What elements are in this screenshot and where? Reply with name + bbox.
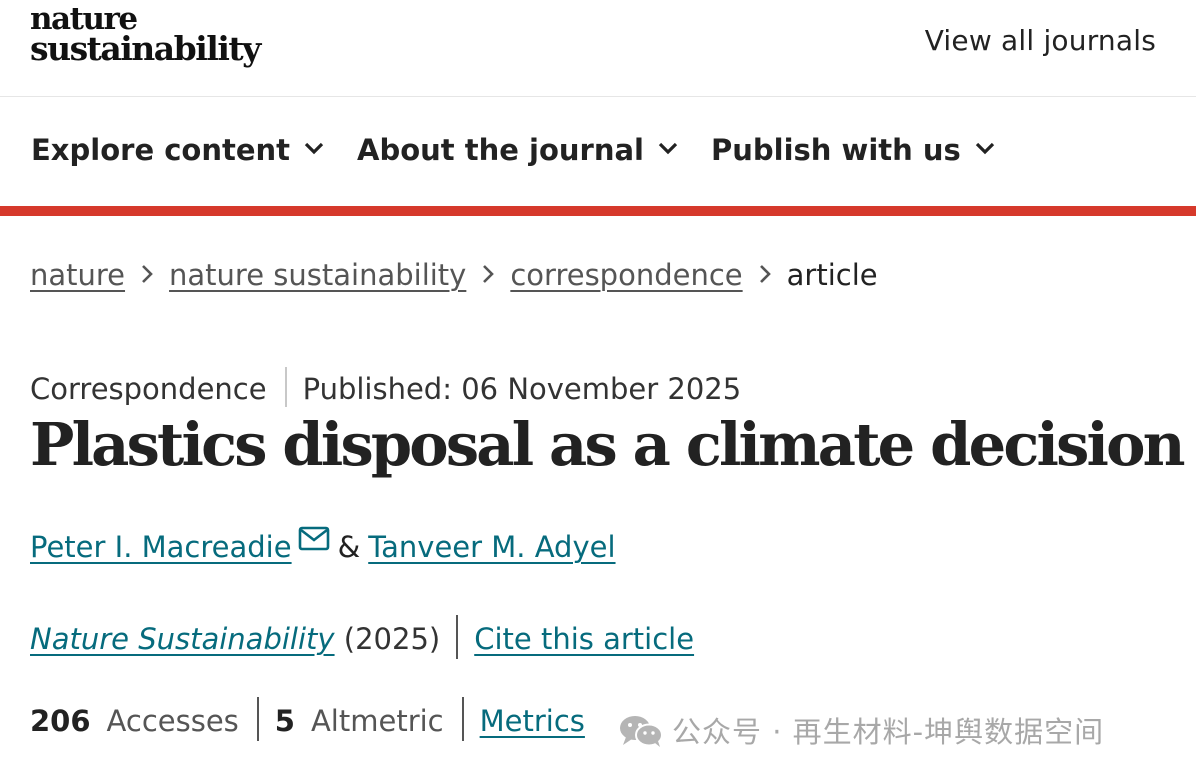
watermark: 公众号 · 再生材料-坤舆数据空间 [618, 709, 1104, 751]
breadcrumb-current: article [786, 258, 878, 292]
author-list: Peter I. Macreadie & Tanveer M. Adyel [30, 526, 616, 564]
article-type: Correspondence [30, 372, 267, 406]
email-icon[interactable] [298, 526, 330, 552]
chevron-right-icon [142, 265, 153, 283]
breadcrumb: nature nature sustainability correspondenc… [30, 258, 878, 292]
article-meta: Correspondence Published: 06 November 202… [30, 367, 742, 411]
nav-label: About the journal [357, 133, 644, 167]
chevron-down-icon [975, 142, 994, 155]
nav-about-journal[interactable]: About the journal [357, 133, 678, 167]
citation-divider [456, 615, 459, 659]
altmetric-label: Altmetric [310, 704, 444, 738]
nav-explore-content[interactable]: Explore content [31, 133, 324, 167]
logo-line-2: sustainability [30, 29, 261, 68]
breadcrumb-correspondence[interactable]: correspondence [510, 258, 742, 292]
author-link[interactable]: Peter I. Macreadie [30, 530, 292, 564]
journal-logo[interactable]: nature sustainability [30, 4, 261, 68]
top-bar: nature sustainability View all journals [0, 0, 1196, 97]
author-separator: & [337, 530, 361, 564]
publication-year: (2025) [343, 622, 441, 656]
cite-article-link[interactable]: Cite this article [474, 622, 694, 656]
chevron-down-icon [304, 142, 324, 155]
chevron-down-icon [658, 142, 678, 155]
accent-divider [0, 206, 1196, 216]
chevron-right-icon [483, 265, 495, 283]
chevron-right-icon [759, 265, 771, 283]
meta-divider [284, 367, 287, 407]
metrics-link[interactable]: Metrics [480, 704, 585, 738]
breadcrumb-nature[interactable]: nature [30, 258, 125, 292]
breadcrumb-nature-sustainability[interactable]: nature sustainability [169, 258, 466, 292]
accesses-count: 206 [30, 704, 91, 738]
altmetric-count: 5 [274, 704, 295, 738]
watermark-text: 公众号 · 再生材料-坤舆数据空间 [672, 715, 1105, 749]
article-metrics: 206 Accesses 5 Altmetric Metrics [30, 697, 585, 745]
nav-publish-with-us[interactable]: Publish with us [711, 133, 995, 167]
metrics-divider [256, 697, 259, 741]
article-title: Plastics disposal as a climate decision [30, 410, 1186, 479]
nav-label: Publish with us [711, 133, 961, 167]
main-nav: Explore content About the journal Publis… [0, 97, 1196, 206]
view-all-journals-link[interactable]: View all journals [925, 24, 1156, 57]
accesses-label: Accesses [106, 704, 239, 738]
author-link[interactable]: Tanveer M. Adyel [368, 530, 615, 564]
wechat-icon [620, 716, 663, 747]
nav-label: Explore content [31, 133, 291, 167]
journal-citation-line: Nature Sustainability (2025) Cite this ar… [30, 615, 694, 663]
metrics-divider [461, 697, 464, 741]
published-date: Published: 06 November 2025 [302, 372, 742, 406]
journal-link[interactable]: Nature Sustainability [30, 622, 335, 656]
